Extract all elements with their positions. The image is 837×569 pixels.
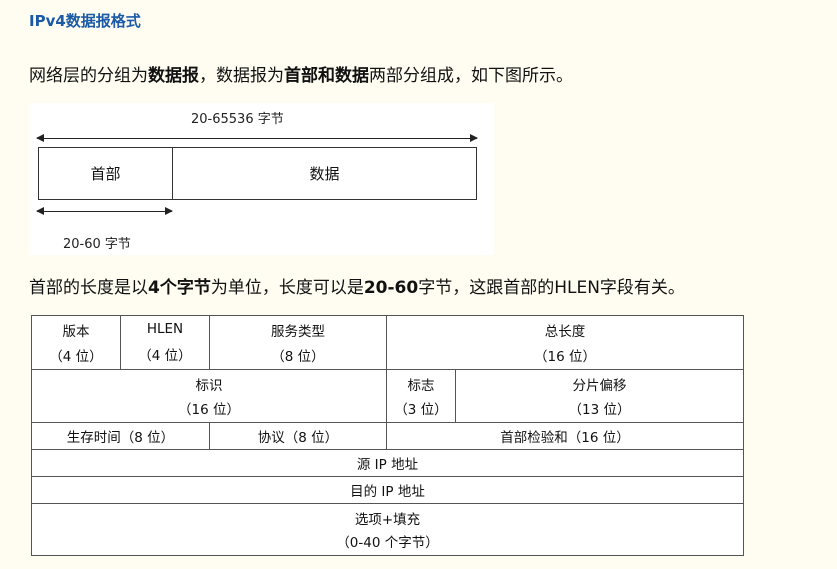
- field-fragment-offset-bits: （13 位）: [568, 402, 631, 418]
- para2-text-2: 为单位，长度可以是: [210, 278, 364, 298]
- field-header-checksum: 首部检验和（16 位）: [387, 423, 743, 450]
- field-identification-bits: （16 位）: [178, 402, 240, 418]
- para2-text-1: 首部的长度是以: [29, 278, 148, 298]
- datagram-structure-figure: 20-65536 字节 首部 数据 20-60 字节: [29, 103, 494, 255]
- field-service-name: 服务类型: [271, 324, 325, 341]
- field-hlen-name: HLEN: [146, 321, 184, 338]
- header-segment: 首部: [38, 147, 173, 200]
- field-service-bits: （8 位）: [271, 348, 325, 365]
- para2-bold-1: 4个字节: [148, 278, 211, 298]
- field-total-length-bits: （16 位）: [534, 348, 596, 365]
- field-service-type: 服务类型 （8 位）: [210, 316, 387, 370]
- field-protocol-label: 协议（8 位）: [257, 430, 339, 446]
- total-length-label: 20-65536 字节: [191, 112, 284, 127]
- para1-bold-1: 数据报: [148, 66, 199, 86]
- field-checksum-label: 首部检验和（16 位）: [500, 430, 630, 446]
- field-source-ip-label: 源 IP 地址: [356, 457, 419, 473]
- field-version-name: 版本: [62, 324, 90, 341]
- para2-bold-2: 20-60: [363, 278, 419, 298]
- field-total-length: 总长度 （16 位）: [387, 316, 743, 370]
- field-total-length-name: 总长度: [544, 324, 586, 341]
- field-ttl: 生存时间（8 位）: [32, 423, 210, 450]
- header-length-arrow: [36, 207, 173, 215]
- field-version: 版本 （4 位）: [32, 316, 121, 370]
- field-identification: 标识 （16 位）: [32, 370, 387, 423]
- para1-bold-2: 首部和数据: [284, 66, 369, 86]
- data-segment: 数据: [172, 147, 477, 200]
- total-length-arrow: [36, 134, 478, 142]
- header-length-label: 20-60 字节: [63, 237, 131, 252]
- paragraph-header-length: 首部的长度是以4个字节为单位，长度可以是20-60字节，这跟首部的HLEN字段有…: [29, 276, 685, 300]
- field-destination-ip: 目的 IP 地址: [32, 477, 743, 504]
- field-fragment-offset-name: 分片偏移: [572, 378, 627, 394]
- field-hlen-bits: （4 位）: [138, 347, 192, 364]
- field-source-ip: 源 IP 地址: [32, 450, 743, 477]
- field-protocol: 协议（8 位）: [210, 423, 387, 450]
- paragraph-datagram-intro: 网络层的分组为数据报，数据报为首部和数据两部分组成，如下图所示。: [29, 64, 573, 88]
- field-version-bits: （4 位）: [49, 348, 103, 365]
- para2-text-3: 字节，这跟首部的HLEN字段有关。: [418, 278, 685, 298]
- section-heading: IPv4数据报格式: [29, 12, 141, 30]
- field-flags: 标志 （3 位）: [387, 370, 456, 423]
- field-fragment-offset: 分片偏移 （13 位）: [456, 370, 743, 423]
- field-options-bits: （0-40 个字节）: [336, 535, 439, 552]
- field-flags-name: 标志: [407, 378, 435, 394]
- field-ttl-label: 生存时间（8 位）: [66, 430, 175, 446]
- field-identification-name: 标识: [195, 378, 223, 394]
- para1-text-1: 网络层的分组为: [29, 66, 148, 86]
- field-destination-ip-label: 目的 IP 地址: [350, 484, 425, 500]
- field-options-padding: 选项+填充 （0-40 个字节）: [32, 504, 743, 555]
- para1-text-2: ，数据报为: [199, 66, 284, 86]
- field-options-name: 选项+填充: [354, 511, 421, 528]
- para1-text-3: 两部分组成，如下图所示。: [369, 66, 573, 86]
- field-hlen: HLEN （4 位）: [121, 316, 210, 370]
- field-flags-bits: （3 位）: [394, 402, 448, 418]
- ipv4-header-table: 版本 （4 位） HLEN （4 位） 服务类型 （8 位） 总长度 （16 位…: [31, 315, 744, 556]
